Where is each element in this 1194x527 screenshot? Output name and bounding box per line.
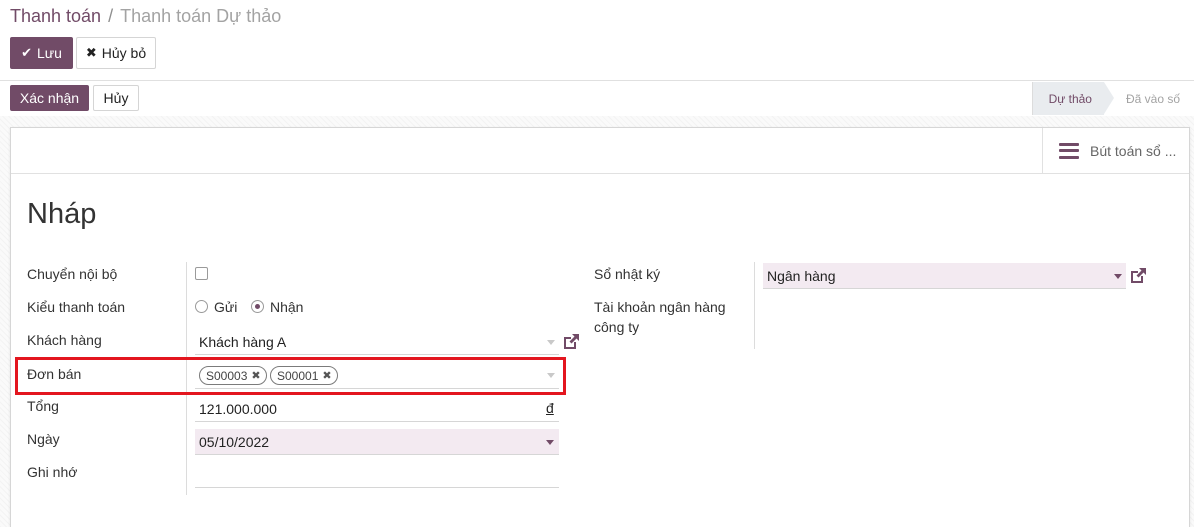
list-icon (1059, 142, 1079, 159)
radio-send-label: Gửi (214, 299, 238, 315)
breadcrumb-separator: / (108, 6, 114, 26)
external-link-icon[interactable] (561, 332, 581, 352)
status-draft[interactable]: Dự thảo (1031, 82, 1115, 115)
customer-label: Khách hàng (27, 332, 102, 348)
journal-value: Ngân hàng (767, 267, 836, 284)
right-group-separator (754, 262, 755, 349)
customer-value: Khách hàng A (199, 333, 287, 350)
save-button[interactable]: ✔ Lưu (10, 37, 73, 69)
internal-transfer-label: Chuyển nội bộ (27, 266, 118, 282)
journal-label: Sổ nhật ký (594, 266, 661, 282)
customer-dropdown-icon[interactable] (547, 340, 555, 345)
page-title: Nháp (27, 198, 97, 230)
discard-button-label: Hủy bỏ (101, 45, 147, 61)
smart-button-label: Bút toán sổ ... (1090, 142, 1177, 159)
bank-account-label: Tài khoản ngân hàng công ty (594, 299, 726, 335)
date-value: 05/10/2022 (199, 433, 270, 450)
statusbar: Dự thảo Đã vào số (1031, 82, 1194, 115)
discard-button[interactable]: ✖ Hủy bỏ (76, 37, 156, 69)
breadcrumb-current: Thanh toán Dự thảo (120, 6, 282, 26)
amount-value: 121.000.000 (199, 400, 277, 417)
save-button-label: Lưu (36, 45, 62, 61)
date-label: Ngày (27, 431, 60, 447)
internal-transfer-checkbox[interactable] (195, 267, 208, 280)
breadcrumb: Thanh toán / Thanh toán Dự thảo (10, 5, 281, 27)
cancel-button[interactable]: Hủy (93, 85, 139, 111)
amount-label: Tổng (27, 398, 59, 414)
confirm-button[interactable]: Xác nhận (10, 85, 89, 111)
currency-symbol[interactable]: đ (546, 400, 554, 416)
date-dropdown-icon[interactable] (546, 440, 554, 445)
control-panel-divider (0, 80, 1194, 81)
close-icon: ✖ (85, 45, 97, 60)
button-box: Bút toán sổ ... (11, 128, 1189, 174)
check-icon: ✔ (21, 45, 32, 60)
status-posted[interactable]: Đã vào số (1104, 82, 1194, 115)
customer-field[interactable]: Khách hàng A (195, 329, 559, 355)
breadcrumb-parent-link[interactable]: Thanh toán (10, 6, 101, 26)
memo-field[interactable] (195, 462, 559, 488)
journal-entries-smart-button[interactable]: Bút toán sổ ... (1042, 128, 1189, 173)
journal-dropdown-icon[interactable] (1114, 274, 1122, 279)
date-field[interactable]: 05/10/2022 (195, 429, 559, 455)
radio-receive[interactable] (251, 300, 264, 313)
amount-field[interactable]: 121.000.000 (195, 396, 559, 422)
external-link-icon[interactable] (1128, 266, 1148, 286)
radio-send[interactable] (195, 300, 208, 313)
memo-label: Ghi nhớ (27, 464, 78, 480)
journal-field[interactable]: Ngân hàng (763, 263, 1126, 289)
radio-receive-label: Nhận (270, 299, 304, 315)
highlight-box (15, 357, 566, 395)
payment-type-label: Kiểu thanh toán (27, 299, 126, 315)
